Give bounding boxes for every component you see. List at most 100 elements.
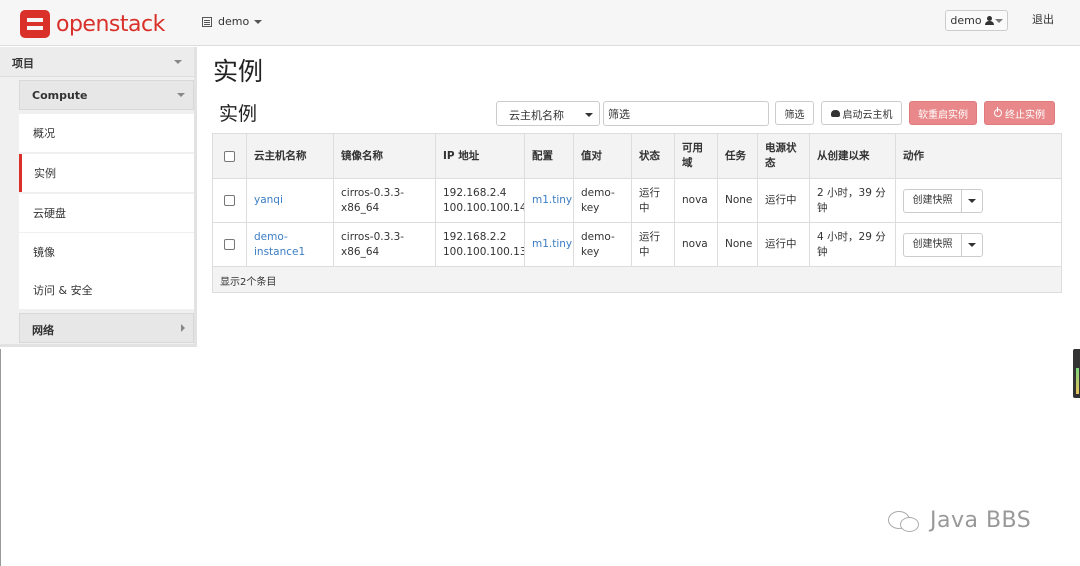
ip-address: 100.100.100.14 <box>443 201 525 214</box>
openstack-logo-icon <box>20 10 50 38</box>
more-actions-dropdown[interactable] <box>962 190 982 212</box>
action-button-group: 创建快照 <box>903 188 983 213</box>
chevron-down-icon <box>177 93 185 97</box>
ip-address-cell: 192.168.2.4 100.100.100.14 <box>436 179 525 222</box>
instance-name-link[interactable]: yanqi <box>254 193 283 208</box>
select-all-checkbox[interactable] <box>224 150 235 162</box>
power-state-cell: 运行中 <box>758 223 810 266</box>
filter-field-select[interactable]: 云主机名称 <box>496 101 600 126</box>
column-header-age[interactable]: 从创建以来 <box>810 134 896 178</box>
column-header-flavor[interactable]: 配置 <box>525 134 574 178</box>
terminate-instance-label: 终止实例 <box>1005 109 1045 121</box>
zone-cell: nova <box>675 179 718 222</box>
column-header-actions: 动作 <box>903 149 924 162</box>
column-header-zone[interactable]: 可用域 <box>675 134 718 178</box>
filter-button[interactable]: 筛选 <box>775 101 814 125</box>
keypair-cell: demo-key <box>574 223 632 266</box>
table-row: yanqi cirros-0.3.3-x86_64 192.168.2.4 10… <box>213 179 1061 223</box>
flavor-link[interactable]: m1.tiny <box>532 193 572 208</box>
launch-instance-button[interactable]: 启动云主机 <box>821 101 902 125</box>
image-name-cell: cirros-0.3.3-x86_64 <box>334 223 436 266</box>
filter-field-value: 云主机名称 <box>509 109 564 122</box>
ip-address: 100.100.100.13 <box>443 245 525 258</box>
select-all-cell <box>213 134 247 178</box>
chevron-down-icon <box>968 242 976 247</box>
soft-reboot-button[interactable]: 软重启实例 <box>909 101 977 125</box>
chevron-down-icon <box>174 60 182 64</box>
more-actions-dropdown[interactable] <box>962 234 982 256</box>
sidebar-item-images[interactable]: 镜像 <box>19 233 194 271</box>
project-list-icon <box>202 16 212 27</box>
sidebar-section-label: 项目 <box>12 57 34 70</box>
task-cell: None <box>718 179 758 222</box>
row-select-cell <box>213 223 247 266</box>
chevron-down-icon <box>994 18 1003 23</box>
age-cell: 2 小时，39 分钟 <box>810 179 896 222</box>
sidebar: 项目 Compute 概况 实例 云硬盘 镜像 访问 & 安全 网络 <box>0 47 197 347</box>
instance-name-link[interactable]: demo-instance1 <box>254 230 326 260</box>
watermark: Java BBS <box>888 508 1031 533</box>
soft-reboot-label: 软重启实例 <box>918 109 968 121</box>
column-header-task[interactable]: 任务 <box>718 134 758 178</box>
sidebar-item-volumes[interactable]: 云硬盘 <box>19 194 194 232</box>
flavor-link[interactable]: m1.tiny <box>532 237 572 252</box>
power-icon <box>994 107 1002 117</box>
actions-cell: 创建快照 <box>896 223 1061 266</box>
task-cell: None <box>718 223 758 266</box>
column-header-name[interactable]: 云主机名称 <box>247 134 334 178</box>
sidebar-item-label: 概况 <box>33 127 55 140</box>
user-menu-button[interactable]: demo <box>945 10 1008 31</box>
column-header-ip[interactable]: IP 地址 <box>436 134 525 178</box>
sidebar-section-project[interactable]: 项目 <box>0 47 194 77</box>
row-checkbox[interactable] <box>224 195 235 206</box>
instance-name-cell: yanqi <box>247 179 334 222</box>
logout-link[interactable]: 退出 <box>1032 11 1054 27</box>
table-header-row: 云主机名称 镜像名称 IP 地址 配置 值对 状态 可用域 任务 电源状态 从创… <box>213 134 1061 179</box>
chevron-down-icon <box>254 19 263 24</box>
cloud-upload-icon <box>830 109 840 117</box>
column-header-image[interactable]: 镜像名称 <box>334 134 436 178</box>
sidebar-group-compute[interactable]: Compute <box>19 80 194 110</box>
ip-address: 192.168.2.4 <box>443 186 507 199</box>
filter-button-label: 筛选 <box>784 109 805 121</box>
row-checkbox[interactable] <box>224 239 235 250</box>
project-name: demo <box>218 15 250 28</box>
sidebar-item-overview[interactable]: 概况 <box>19 114 194 152</box>
status-cell: 运行中 <box>632 179 675 222</box>
chevron-down-icon <box>585 113 593 117</box>
image-name-cell: cirros-0.3.3-x86_64 <box>334 179 436 222</box>
action-button-group: 创建快照 <box>903 232 983 257</box>
column-header-status[interactable]: 状态 <box>632 134 675 178</box>
terminate-instance-button[interactable]: 终止实例 <box>984 101 1055 125</box>
column-header-power[interactable]: 电源状态 <box>758 134 810 178</box>
sidebar-item-access-security[interactable]: 访问 & 安全 <box>19 271 194 309</box>
table-footer: 显示2个条目 <box>213 267 1061 292</box>
wechat-icon <box>888 509 922 533</box>
zone-cell: nova <box>675 223 718 266</box>
create-snapshot-button[interactable]: 创建快照 <box>904 233 962 256</box>
column-header-keypair[interactable]: 值对 <box>574 134 632 178</box>
project-dropdown[interactable]: demo <box>202 15 263 28</box>
ip-address: 192.168.2.2 <box>443 230 507 243</box>
ip-address-cell: 192.168.2.2 100.100.100.13 <box>436 223 525 266</box>
sidebar-item-label: 云硬盘 <box>33 207 66 220</box>
section-title: 实例 <box>219 103 258 125</box>
age-cell: 4 小时，29 分钟 <box>810 223 896 266</box>
openstack-logo[interactable]: openstack <box>20 9 165 39</box>
table-row: demo-instance1 cirros-0.3.3-x86_64 192.1… <box>213 223 1061 267</box>
logo-text: openstack <box>56 11 165 37</box>
row-select-cell <box>213 179 247 222</box>
window-edge <box>0 349 1 566</box>
flavor-cell: m1.tiny <box>525 179 574 222</box>
chevron-down-icon <box>968 198 976 203</box>
instance-name-cell: demo-instance1 <box>247 223 334 266</box>
create-snapshot-button[interactable]: 创建快照 <box>904 189 962 212</box>
sidebar-item-instances[interactable]: 实例 <box>19 154 194 192</box>
filter-input[interactable]: 筛选 <box>603 101 769 126</box>
chevron-right-icon <box>181 324 185 332</box>
sidebar-group-network[interactable]: 网络 <box>19 313 194 343</box>
top-navbar: openstack demo demo 退出 <box>0 0 1080 46</box>
side-scroll-indicator <box>1076 368 1079 394</box>
sidebar-item-label: 实例 <box>34 167 56 180</box>
sidebar-item-label: 镜像 <box>33 246 55 259</box>
